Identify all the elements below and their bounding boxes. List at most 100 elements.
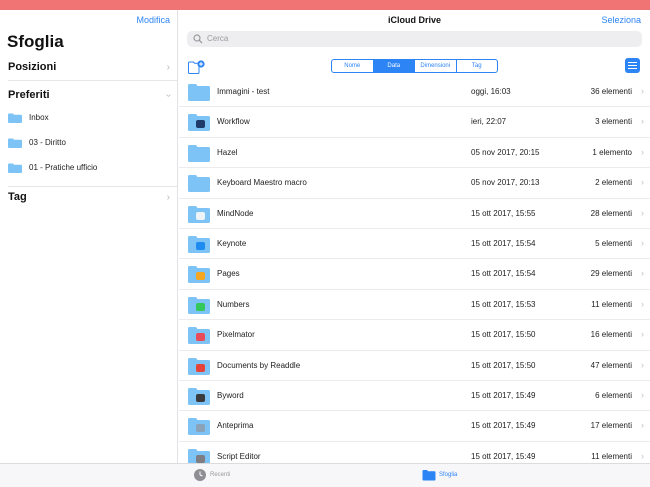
- file-row[interactable]: Anteprima 15 ott 2017, 15:49 17 elementi ›: [179, 411, 650, 442]
- file-name: Pages: [217, 269, 240, 279]
- app-badge-icon: [196, 241, 205, 250]
- sidebar-section-locations[interactable]: Posizioni ›: [0, 58, 178, 78]
- chevron-right-icon: ›: [641, 298, 644, 309]
- file-count: 1 elemento: [592, 147, 632, 157]
- file-name: Byword: [217, 390, 244, 400]
- folder-icon: [8, 138, 22, 148]
- sidebar-item-label: Inbox: [29, 113, 49, 122]
- chevron-right-icon: ›: [641, 389, 644, 400]
- file-row[interactable]: Keyboard Maestro macro 05 nov 2017, 20:13…: [179, 168, 650, 199]
- status-bar: [0, 0, 650, 10]
- sidebar-item-pratiche-ufficio[interactable]: 01 - Pratiche ufficio: [0, 158, 178, 180]
- folder-icon: [188, 84, 210, 101]
- folder-icon: [188, 175, 210, 193]
- file-count: 47 elementi: [590, 360, 632, 370]
- file-name: Keyboard Maestro macro: [217, 178, 307, 188]
- file-count: 6 elementi: [595, 390, 632, 400]
- file-date: 15 ott 2017, 15:49: [471, 451, 536, 461]
- chevron-down-icon: ›: [162, 93, 174, 98]
- search-placeholder: Cerca: [207, 34, 229, 43]
- tab-bar: Recenti Sfoglia: [0, 463, 650, 487]
- file-row[interactable]: Keynote 15 ott 2017, 15:54 5 elementi ›: [179, 229, 650, 260]
- sort-size-button[interactable]: Dimensioni: [415, 60, 457, 72]
- file-date: 15 ott 2017, 15:49: [471, 421, 536, 431]
- file-date: 15 ott 2017, 15:53: [471, 299, 536, 309]
- sidebar-section-tags[interactable]: Tag ›: [0, 188, 178, 208]
- file-name: Documents by Readdle: [217, 360, 301, 370]
- sort-name-button[interactable]: Nome: [332, 60, 374, 72]
- chevron-right-icon: ›: [641, 329, 644, 340]
- section-label: Tag: [8, 191, 27, 203]
- app-badge-icon: [196, 363, 205, 372]
- file-date: 15 ott 2017, 15:54: [471, 269, 536, 279]
- folder-icon: [188, 144, 210, 162]
- file-count: 5 elementi: [595, 238, 632, 248]
- file-name: Workflow: [217, 117, 250, 127]
- app-badge-icon: [196, 302, 205, 311]
- chevron-right-icon: ›: [166, 62, 170, 73]
- file-name: Numbers: [217, 299, 250, 309]
- file-name: MindNode: [217, 208, 254, 218]
- chevron-right-icon: ›: [166, 192, 170, 203]
- clock-icon: [194, 469, 206, 481]
- file-row[interactable]: Documents by Readdle 15 ott 2017, 15:50 47…: [179, 351, 650, 381]
- file-row[interactable]: Hazel 05 nov 2017, 20:15 1 elemento ›: [179, 138, 650, 169]
- file-count: 3 elementi: [595, 117, 632, 127]
- sidebar-title: Sfoglia: [7, 32, 64, 51]
- file-date: 15 ott 2017, 15:54: [471, 238, 536, 248]
- file-row[interactable]: Immagini - test oggi, 16:03 36 elementi ›: [179, 77, 650, 108]
- file-name: Keynote: [217, 238, 247, 248]
- list-view-icon[interactable]: [625, 58, 640, 73]
- sidebar-item-label: 01 - Pratiche ufficio: [29, 163, 98, 172]
- folder-icon: [422, 470, 436, 481]
- chevron-right-icon: ›: [641, 116, 644, 127]
- file-date: 15 ott 2017, 15:55: [471, 208, 536, 218]
- file-row[interactable]: MindNode 15 ott 2017, 15:55 28 elementi ›: [179, 199, 650, 229]
- search-icon: [193, 34, 203, 44]
- edit-button[interactable]: Modifica: [136, 15, 170, 25]
- file-count: 16 elementi: [590, 330, 632, 340]
- file-count: 28 elementi: [590, 208, 632, 218]
- chevron-right-icon: ›: [641, 207, 644, 218]
- file-row[interactable]: Pixelmator 15 ott 2017, 15:50 16 elementi ›: [179, 320, 650, 351]
- file-name: Immagini - test: [217, 87, 270, 96]
- section-label: Posizioni: [8, 61, 57, 73]
- file-date: oggi, 16:03: [471, 87, 511, 96]
- select-button[interactable]: Seleziona: [601, 15, 641, 25]
- file-date: 15 ott 2017, 15:50: [471, 360, 536, 370]
- app-badge-icon: [196, 333, 205, 342]
- folder-icon: [8, 163, 22, 173]
- tab-label: Sfoglia: [439, 472, 458, 478]
- sort-tag-button[interactable]: Tag: [457, 60, 498, 72]
- app-badge-icon: [196, 454, 205, 463]
- chevron-right-icon: ›: [641, 450, 644, 461]
- file-row[interactable]: Workflow ieri, 22:07 3 elementi ›: [179, 107, 650, 138]
- file-name: Anteprima: [217, 421, 254, 431]
- search-input[interactable]: Cerca: [187, 31, 642, 47]
- file-row[interactable]: Pages 15 ott 2017, 15:54 29 elementi ›: [179, 259, 650, 290]
- sidebar-item-label: 03 - Diritto: [29, 138, 66, 147]
- file-date: 15 ott 2017, 15:50: [471, 330, 536, 340]
- file-date: 15 ott 2017, 15:49: [471, 390, 536, 400]
- app-badge-icon: [196, 272, 205, 281]
- file-row[interactable]: Byword 15 ott 2017, 15:49 6 elementi ›: [179, 381, 650, 412]
- file-row[interactable]: Numbers 15 ott 2017, 15:53 11 elementi ›: [179, 290, 650, 321]
- new-folder-icon[interactable]: [188, 60, 205, 74]
- file-date: 05 nov 2017, 20:13: [471, 178, 540, 188]
- chevron-right-icon: ›: [641, 268, 644, 279]
- file-date: 05 nov 2017, 20:15: [471, 147, 540, 157]
- folder-icon: [8, 113, 22, 123]
- sidebar-item-inbox[interactable]: Inbox: [0, 108, 178, 130]
- sort-date-button[interactable]: Data: [373, 60, 415, 72]
- section-label: Preferiti: [8, 89, 50, 101]
- sidebar-item-diritto[interactable]: 03 - Diritto: [0, 133, 178, 155]
- file-date: ieri, 22:07: [471, 117, 507, 127]
- file-name: Pixelmator: [217, 330, 255, 340]
- sidebar: Modifica Sfoglia Posizioni › Preferiti ›…: [0, 10, 178, 463]
- chevron-right-icon: ›: [641, 177, 644, 188]
- chevron-right-icon: ›: [641, 359, 644, 370]
- divider: [8, 80, 177, 81]
- sidebar-section-favorites[interactable]: Preferiti ›: [0, 86, 178, 106]
- file-list: Immagini - test oggi, 16:03 36 elementi › Wo…: [179, 77, 650, 473]
- file-count: 11 elementi: [591, 451, 632, 461]
